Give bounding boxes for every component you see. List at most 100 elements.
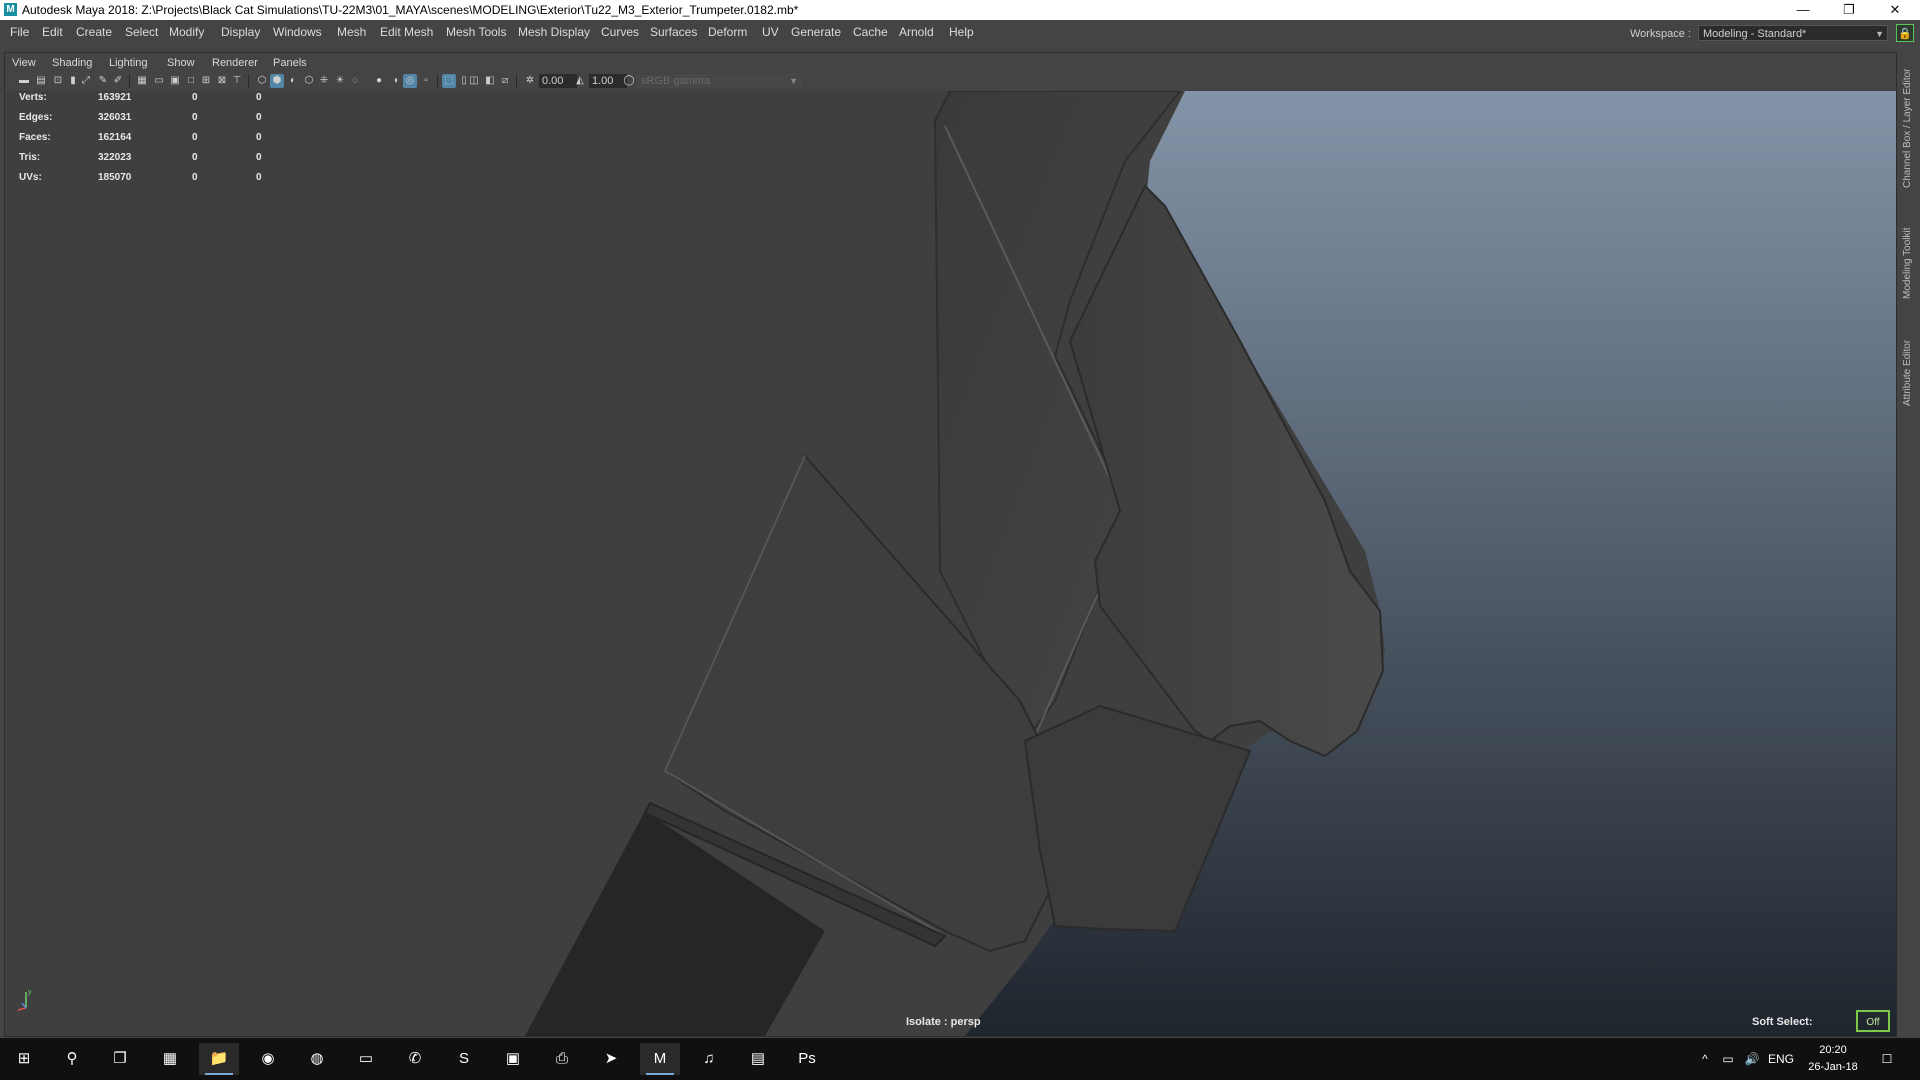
camera-app-icon[interactable]: ▭ [346,1043,386,1075]
clock-date: 26-Jan-18 [1808,1061,1858,1073]
printer-icon[interactable]: ⎙ [542,1043,582,1075]
maya-taskbar-icon[interactable]: M [640,1043,680,1075]
lock-icon[interactable]: 🔒 [1896,24,1914,42]
lights-icon[interactable]: ⁜ [317,74,331,88]
skype-icon[interactable]: S [444,1043,484,1075]
menu-surfaces[interactable]: Surfaces [650,25,697,39]
file-explorer-icon[interactable]: 📁 [199,1043,239,1075]
menu-display[interactable]: Display [221,25,260,39]
notification-icon[interactable]: ☐ [1872,1038,1902,1080]
panel-menu-renderer[interactable]: Renderer [212,57,258,69]
anti-aliasing-icon[interactable]: ◎ [403,74,417,88]
pencil-icon[interactable]: ✐ [111,74,125,88]
exposure-field[interactable]: 0.00 [539,74,577,88]
game-app-icon[interactable]: ▣ [493,1043,533,1075]
panel-menu-view[interactable]: View [12,57,36,69]
smooth-shade-icon[interactable]: ⬢ [270,74,284,88]
tab-modeling-toolkit[interactable]: Modeling Toolkit [1902,218,1918,308]
shadows-icon[interactable]: ◌ [348,74,362,88]
safe-title-icon[interactable]: ⊤ [230,74,244,88]
3d-viewport[interactable] [5,91,1896,1036]
menu-cache[interactable]: Cache [853,25,888,39]
backface-culling-icon[interactable]: ⧄ [498,74,512,88]
grease-pencil-icon[interactable]: ✎ [96,74,110,88]
restore-button[interactable]: ❐ [1826,0,1872,20]
workspace-dropdown[interactable]: Modeling - Standard* ▼ [1698,25,1888,41]
menu-arnold[interactable]: Arnold [899,25,934,39]
default-material-icon[interactable]: ◐ [286,74,300,88]
store-icon[interactable]: ▦ [150,1043,190,1075]
chrome-icon[interactable]: ◍ [297,1043,337,1075]
hud-value: 0 [192,92,198,103]
grid-icon[interactable]: ▦ [135,74,149,88]
gate-mask-icon[interactable]: □ [184,74,198,88]
telegram-icon[interactable]: ➤ [591,1043,631,1075]
window-titlebar: M Autodesk Maya 2018: Z:\Projects\Black … [0,0,1920,20]
menu-select[interactable]: Select [125,25,158,39]
view-transform-icon[interactable]: ◯ [622,74,636,88]
menu-windows[interactable]: Windows [273,25,322,39]
hud-value: 0 [256,132,262,143]
menu-modify[interactable]: Modify [169,25,204,39]
gamma-icon[interactable]: ◭ [573,74,587,88]
toolbar-divider [437,74,438,88]
ambient-occlusion-icon[interactable]: ● [372,74,386,88]
network-icon[interactable]: ▭ [1718,1038,1738,1080]
xray-joints-icon[interactable]: ◫ [467,74,481,88]
hud-value: 0 [256,172,262,183]
bookmark-icon[interactable]: ⊡ [51,74,65,88]
search-icon[interactable]: ⚲ [52,1043,92,1075]
itunes-icon[interactable]: ♫ [689,1043,729,1075]
safe-action-icon[interactable]: ⊠ [215,74,229,88]
menu-mesh[interactable]: Mesh [337,25,366,39]
panel-menu-show[interactable]: Show [167,57,195,69]
tab-attribute-editor[interactable]: Attribute Editor [1902,328,1918,418]
menu-uv[interactable]: UV [762,25,779,39]
menu-generate[interactable]: Generate [791,25,841,39]
menu-edit-mesh[interactable]: Edit Mesh [380,25,433,39]
panel-menu-lighting[interactable]: Lighting [109,57,148,69]
2d-pan-icon[interactable]: ⤢ [79,74,93,88]
depth-of-field-icon[interactable]: ▫ [419,74,433,88]
menu-help[interactable]: Help [949,25,974,39]
language-indicator[interactable]: ENG [1766,1038,1796,1080]
xray-active-icon[interactable]: ◧ [483,74,497,88]
minimize-button[interactable]: — [1780,0,1826,20]
motion-blur-icon[interactable]: ◑ [388,74,402,88]
chevron-down-icon: ▼ [1875,29,1884,39]
field-chart-icon[interactable]: ⊞ [199,74,213,88]
menu-mesh-display[interactable]: Mesh Display [518,25,590,39]
viber-icon[interactable]: ✆ [395,1043,435,1075]
camera-icon[interactable]: ▬ [17,74,31,88]
right-dock: Channel Box / Layer Editor Modeling Tool… [1900,44,1920,1038]
panel-menubar: View Shading Lighting Show Renderer Pane… [5,53,1896,73]
menu-mesh-tools[interactable]: Mesh Tools [446,25,506,39]
menu-file[interactable]: File [10,25,29,39]
film-gate-icon[interactable]: ▭ [152,74,166,88]
close-button[interactable]: ✕ [1872,0,1918,20]
volume-icon[interactable]: 🔊 [1742,1038,1762,1080]
photos-icon[interactable]: ▤ [738,1043,778,1075]
camera-attributes-icon[interactable]: ▤ [34,74,48,88]
task-view-icon[interactable]: ❐ [100,1043,140,1075]
firefox-icon[interactable]: ◉ [248,1043,288,1075]
start-icon[interactable]: ⊞ [4,1043,44,1075]
isolate-select-icon[interactable]: ⬚ [442,74,456,88]
photoshop-icon[interactable]: Ps [787,1043,827,1075]
taskbar-clock[interactable]: 20:20 26-Jan-18 [1798,1042,1868,1076]
tray-chevron-icon[interactable]: ^ [1696,1038,1714,1080]
tab-channel-box[interactable]: Channel Box / Layer Editor [1902,58,1918,198]
wireframe-icon[interactable]: ⬡ [255,74,269,88]
exposure-icon[interactable]: ✲ [523,74,537,88]
panel-menu-panels[interactable]: Panels [273,57,307,69]
color-space-dropdown[interactable]: sRGB gamma ▼ [637,74,802,88]
menu-deform[interactable]: Deform [708,25,747,39]
panel-menu-shading[interactable]: Shading [52,57,92,69]
resolution-gate-icon[interactable]: ▣ [168,74,182,88]
menu-create[interactable]: Create [76,25,112,39]
menu-edit[interactable]: Edit [42,25,63,39]
image-plane-icon[interactable]: ▮ [66,74,80,88]
use-all-lights-icon[interactable]: ☀ [333,74,347,88]
textured-icon[interactable]: ⬡ [302,74,316,88]
menu-curves[interactable]: Curves [601,25,639,39]
